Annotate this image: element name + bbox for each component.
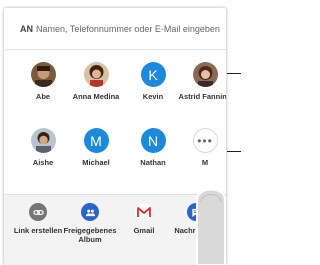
contact-initial-avatar: M — [83, 128, 109, 153]
callout-line — [227, 73, 241, 74]
gmail-icon — [135, 203, 153, 221]
app-link-erstellen[interactable]: Link erstellen — [8, 203, 68, 235]
contact-photo-avatar — [192, 62, 218, 87]
recipient-placeholder: Namen, Telefonnummer oder E-Mail eingebe… — [36, 23, 220, 34]
contact-nathan[interactable]: N Nathan — [125, 128, 181, 167]
contact-name: Anna Medina — [72, 92, 120, 101]
contact-anna-medina[interactable]: Anna Medina — [68, 62, 124, 101]
contact-kevin[interactable]: K Kevin — [125, 62, 181, 101]
contact-name: Abe — [35, 92, 51, 101]
more-horiz-icon: ••• — [192, 128, 218, 153]
contact-abe[interactable]: Abe — [15, 62, 71, 101]
contact-name: Astrid Fanning — [178, 92, 226, 101]
shared-album-icon — [81, 203, 99, 221]
contact-name: M — [201, 158, 209, 167]
app-gmail[interactable]: Gmail — [114, 203, 174, 235]
link-icon — [29, 203, 47, 221]
contact-aishe[interactable]: Aishe — [15, 128, 71, 167]
contact-photo-avatar — [30, 62, 56, 87]
app-label: Gmail — [133, 226, 155, 235]
contact-more[interactable]: ••• M — [177, 128, 226, 167]
contact-michael[interactable]: M Michael — [68, 128, 124, 167]
contact-name: Kevin — [142, 92, 164, 101]
app-label: Freigegebenes Album — [63, 226, 117, 244]
contact-photo-avatar — [30, 128, 56, 153]
recipient-input[interactable]: AN Namen, Telefonnummer oder E-Mail eing… — [4, 8, 226, 50]
contact-initial-avatar: K — [140, 62, 166, 87]
app-freigegebenes-album[interactable]: Freigegebenes Album — [60, 203, 120, 244]
contact-initial-avatar: N — [140, 128, 166, 153]
contact-name: Nathan — [140, 158, 166, 167]
finger-touch-illustration — [191, 178, 231, 265]
app-label: Link erstellen — [13, 226, 63, 235]
contact-astrid-fanning[interactable]: Astrid Fanning — [177, 62, 226, 101]
contact-photo-avatar — [83, 62, 109, 87]
contact-name: Aishe — [32, 158, 54, 167]
contact-name: Michael — [82, 158, 110, 167]
callout-line — [227, 151, 241, 152]
to-label: AN — [20, 23, 33, 34]
